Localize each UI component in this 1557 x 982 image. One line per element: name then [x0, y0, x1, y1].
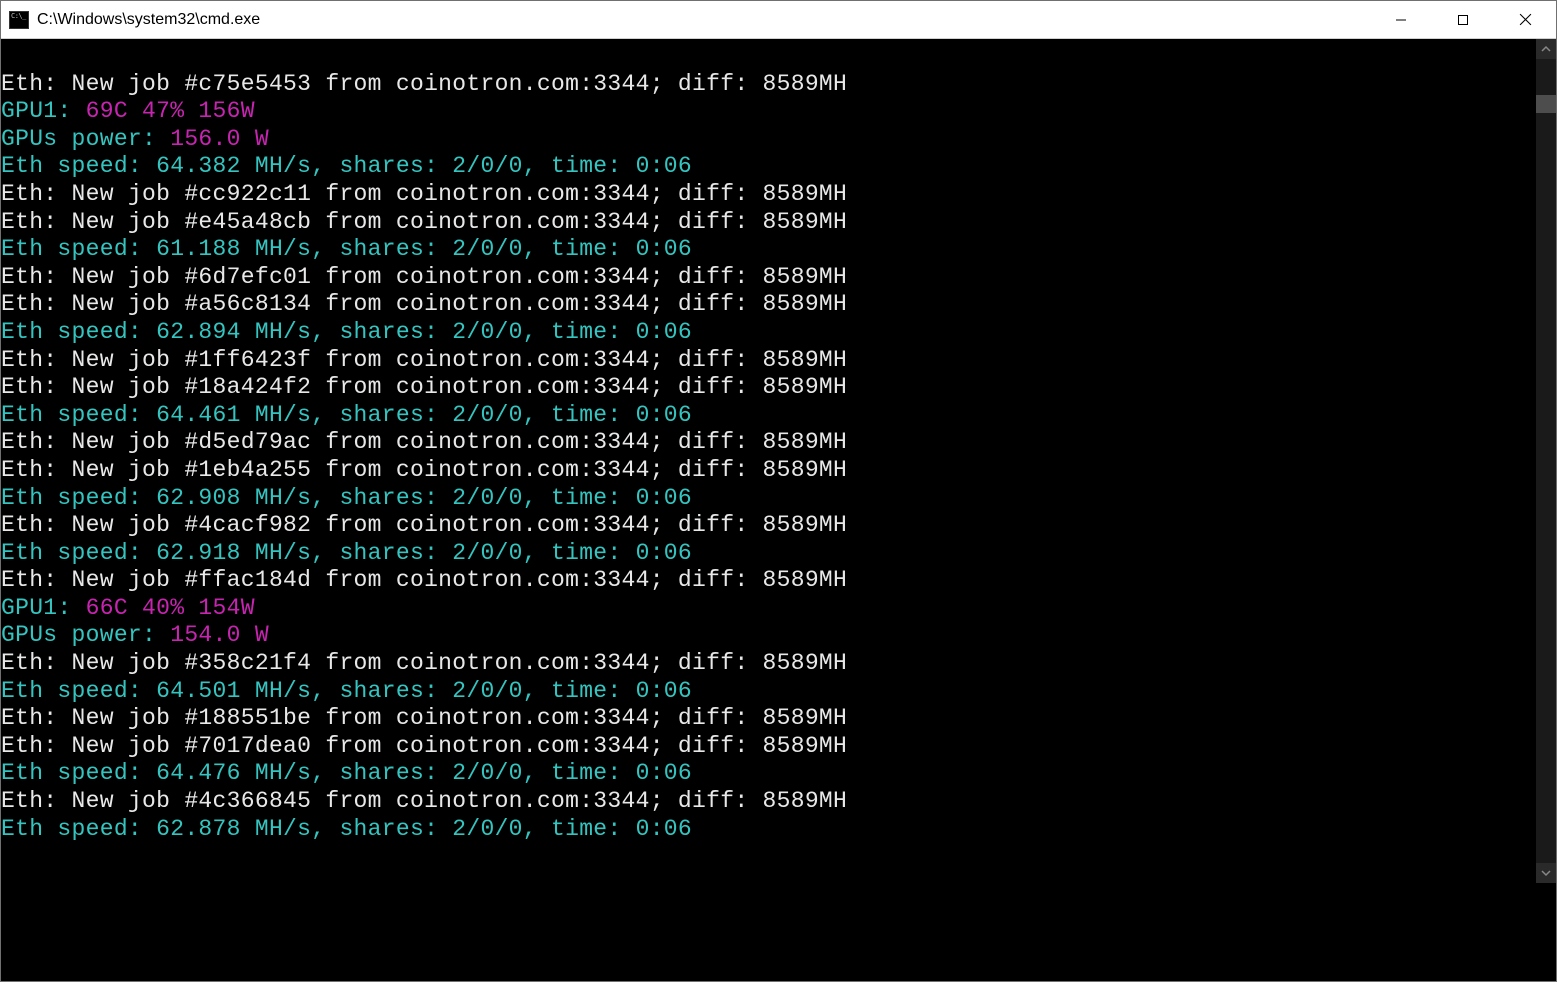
job-line: Eth: New job #a56c8134 from coinotron.co… — [1, 291, 1536, 319]
job-line: Eth: New job #ffac184d from coinotron.co… — [1, 567, 1536, 595]
gpu-power-line: GPUs power: 154.0 W — [1, 622, 1536, 650]
job-line: Eth: New job #1eb4a255 from coinotron.co… — [1, 457, 1536, 485]
power-label: GPUs power: — [1, 126, 156, 152]
gpu-power-line: GPUs power: 156.0 W — [1, 126, 1536, 154]
cmd-icon — [9, 11, 29, 29]
job-line: Eth: New job #4c366845 from coinotron.co… — [1, 788, 1536, 816]
gpu1-values: 69C 47% 156W — [72, 98, 255, 124]
maximize-icon — [1457, 14, 1469, 26]
minimize-button[interactable] — [1370, 1, 1432, 38]
speed-line: Eth speed: 62.908 MH/s, shares: 2/0/0, t… — [1, 485, 1536, 513]
power-label: GPUs power: — [1, 622, 156, 648]
gpu-status-line: GPU1: 69C 47% 156W — [1, 98, 1536, 126]
job-line: Eth: New job #18a424f2 from coinotron.co… — [1, 374, 1536, 402]
speed-line: Eth speed: 61.188 MH/s, shares: 2/0/0, t… — [1, 236, 1536, 264]
speed-line: Eth speed: 62.894 MH/s, shares: 2/0/0, t… — [1, 319, 1536, 347]
speed-line: Eth speed: 62.878 MH/s, shares: 2/0/0, t… — [1, 816, 1536, 844]
job-line: Eth: New job #c75e5453 from coinotron.co… — [1, 71, 1536, 99]
content-area: Eth: New job #c75e5453 from coinotron.co… — [1, 39, 1556, 883]
speed-line: Eth speed: 64.382 MH/s, shares: 2/0/0, t… — [1, 153, 1536, 181]
job-line: Eth: New job #188551be from coinotron.co… — [1, 705, 1536, 733]
scroll-down-button[interactable] — [1536, 863, 1556, 883]
scroll-up-button[interactable] — [1536, 39, 1556, 59]
window-title: C:\Windows\system32\cmd.exe — [37, 11, 1370, 29]
cmd-window: C:\Windows\system32\cmd.exe Eth: Ne — [0, 0, 1557, 982]
gpu1-label: GPU1: — [1, 595, 72, 621]
vertical-scrollbar[interactable] — [1536, 39, 1556, 883]
power-value: 156.0 W — [156, 126, 269, 152]
job-line: Eth: New job #7017dea0 from coinotron.co… — [1, 733, 1536, 761]
job-line: Eth: New job #d5ed79ac from coinotron.co… — [1, 429, 1536, 457]
terminal-output[interactable]: Eth: New job #c75e5453 from coinotron.co… — [1, 39, 1536, 883]
job-line: Eth: New job #6d7efc01 from coinotron.co… — [1, 264, 1536, 292]
gpu-status-line: GPU1: 66C 40% 154W — [1, 595, 1536, 623]
job-line: Eth: New job #cc922c11 from coinotron.co… — [1, 181, 1536, 209]
titlebar[interactable]: C:\Windows\system32\cmd.exe — [1, 1, 1556, 39]
chevron-up-icon — [1541, 44, 1551, 54]
power-value: 154.0 W — [156, 622, 269, 648]
scroll-thumb[interactable] — [1536, 95, 1556, 113]
window-controls — [1370, 1, 1556, 38]
speed-line: Eth speed: 62.918 MH/s, shares: 2/0/0, t… — [1, 540, 1536, 568]
gpu1-label: GPU1: — [1, 98, 72, 124]
gpu1-values: 66C 40% 154W — [72, 595, 255, 621]
job-line: Eth: New job #358c21f4 from coinotron.co… — [1, 650, 1536, 678]
chevron-down-icon — [1541, 868, 1551, 878]
job-line: Eth: New job #e45a48cb from coinotron.co… — [1, 209, 1536, 237]
speed-line: Eth speed: 64.501 MH/s, shares: 2/0/0, t… — [1, 678, 1536, 706]
terminal-line — [1, 43, 1536, 71]
job-line: Eth: New job #1ff6423f from coinotron.co… — [1, 347, 1536, 375]
job-line: Eth: New job #4cacf982 from coinotron.co… — [1, 512, 1536, 540]
minimize-icon — [1395, 14, 1407, 26]
maximize-button[interactable] — [1432, 1, 1494, 38]
close-icon — [1519, 13, 1532, 26]
speed-line: Eth speed: 64.461 MH/s, shares: 2/0/0, t… — [1, 402, 1536, 430]
close-button[interactable] — [1494, 1, 1556, 38]
bottom-blank-area — [1, 883, 1556, 981]
speed-line: Eth speed: 64.476 MH/s, shares: 2/0/0, t… — [1, 760, 1536, 788]
